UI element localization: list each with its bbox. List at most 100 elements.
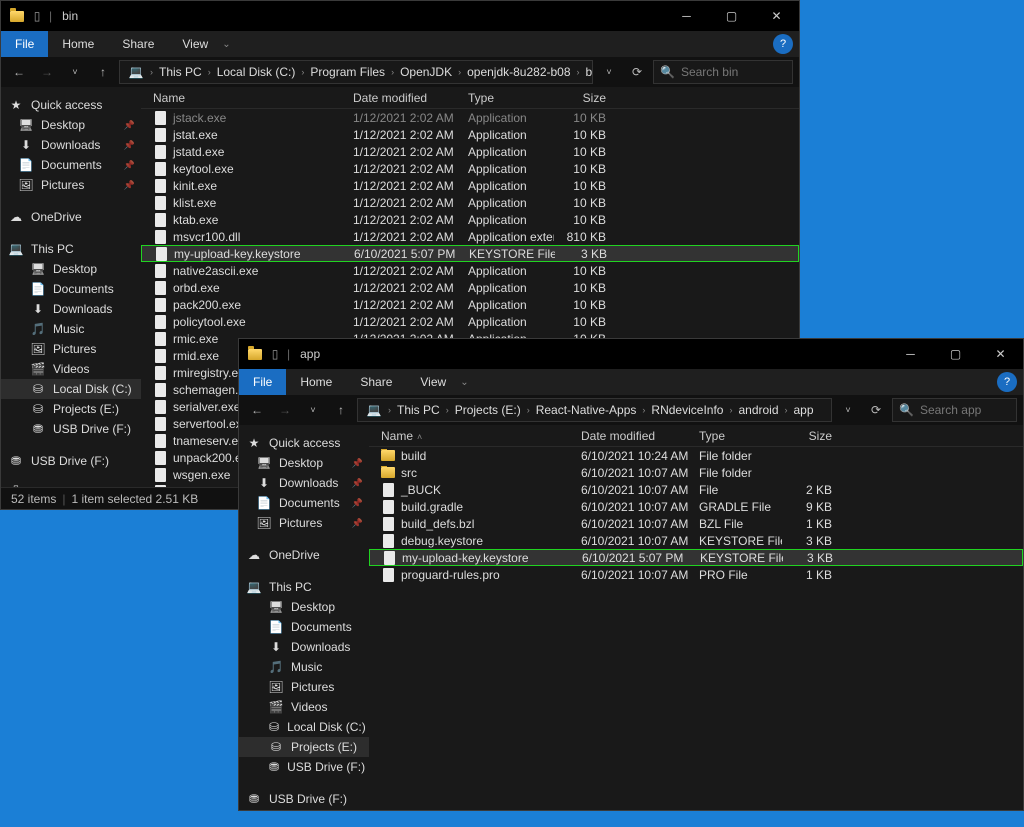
file-row[interactable]: build.gradle6/10/2021 10:07 AMGRADLE Fil… — [369, 498, 1023, 515]
column-type[interactable]: Type — [460, 91, 555, 105]
nav-local-disk-c[interactable]: ⛁Local Disk (C:) — [239, 717, 369, 737]
nav-quick-access[interactable]: ★Quick access — [1, 95, 141, 115]
minimize-button[interactable]: ─ — [664, 1, 709, 31]
tab-share[interactable]: Share — [346, 369, 406, 395]
refresh-button[interactable]: ⟳ — [625, 60, 649, 84]
breadcrumb-segment[interactable]: OpenJDK — [396, 65, 456, 79]
nav-desktop[interactable]: 🖥Desktop — [1, 115, 141, 135]
back-button[interactable]: ← — [7, 60, 31, 84]
help-button[interactable]: ? — [997, 372, 1017, 392]
file-row[interactable]: jstat.exe1/12/2021 2:02 AMApplication10 … — [141, 126, 799, 143]
nav-pictures[interactable]: 🖼Pictures — [239, 677, 369, 697]
column-size[interactable]: Size — [555, 91, 615, 105]
nav-desktop[interactable]: 🖥Desktop — [239, 597, 369, 617]
back-button[interactable]: ← — [245, 398, 269, 422]
nav-pictures[interactable]: 🖼Pictures — [239, 513, 369, 533]
maximize-button[interactable]: ▢ — [709, 1, 754, 31]
close-button[interactable]: ✕ — [978, 339, 1023, 369]
ribbon-collapse-icon[interactable]: ⌄ — [222, 39, 230, 50]
breadcrumb-segment[interactable]: RNdeviceInfo — [647, 403, 727, 417]
nav-this-pc[interactable]: 💻This PC — [239, 577, 369, 597]
file-list[interactable]: build6/10/2021 10:24 AMFile foldersrc6/1… — [369, 447, 1023, 810]
nav-downloads[interactable]: ⬇Downloads — [239, 473, 369, 493]
refresh-button[interactable]: ⟳ — [864, 398, 888, 422]
file-row[interactable]: keytool.exe1/12/2021 2:02 AMApplication1… — [141, 160, 799, 177]
file-row[interactable]: proguard-rules.pro6/10/2021 10:07 AMPRO … — [369, 566, 1023, 583]
column-name[interactable]: Name˄ — [373, 429, 573, 443]
tab-home[interactable]: Home — [48, 31, 108, 57]
nav-music[interactable]: 🎵Music — [239, 657, 369, 677]
nav-usb-f[interactable]: ⛃USB Drive (F:) — [239, 789, 369, 809]
file-row[interactable]: jstatd.exe1/12/2021 2:02 AMApplication10… — [141, 143, 799, 160]
column-name[interactable]: Name — [145, 91, 345, 105]
nav-local-disk-c[interactable]: ⛁Local Disk (C:) — [1, 379, 141, 399]
nav-pictures[interactable]: 🖼Pictures — [1, 339, 141, 359]
nav-desktop[interactable]: 🖥Desktop — [1, 259, 141, 279]
breadcrumb-segment[interactable]: android — [734, 403, 782, 417]
nav-usb-f[interactable]: ⛃USB Drive (F:) — [1, 419, 141, 439]
breadcrumb-segment[interactable]: Local Disk (C:) — [213, 65, 300, 79]
nav-documents[interactable]: 📄Documents — [1, 155, 141, 175]
column-headers[interactable]: Name Date modified Type Size — [141, 87, 799, 109]
nav-documents[interactable]: 📄Documents — [239, 493, 369, 513]
file-row[interactable]: jstack.exe1/12/2021 2:02 AMApplication10… — [141, 109, 799, 126]
up-button[interactable]: ↑ — [91, 60, 115, 84]
nav-pictures[interactable]: 🖼Pictures — [1, 175, 141, 195]
file-row[interactable]: policytool.exe1/12/2021 2:02 AMApplicati… — [141, 313, 799, 330]
file-row[interactable]: build6/10/2021 10:24 AMFile folder — [369, 447, 1023, 464]
file-row[interactable]: ktab.exe1/12/2021 2:02 AMApplication10 K… — [141, 211, 799, 228]
nav-projects-e[interactable]: ⛁Projects (E:) — [239, 737, 369, 757]
navigation-pane[interactable]: ★Quick access🖥Desktop⬇Downloads📄Document… — [239, 425, 369, 810]
breadcrumb-segment[interactable]: Program Files — [306, 65, 389, 79]
search-input[interactable]: 🔍 Search bin — [653, 60, 793, 84]
tab-view[interactable]: View — [168, 31, 222, 57]
nav-videos[interactable]: 🎬Videos — [239, 697, 369, 717]
title-bar[interactable]: ▯ | bin ─ ▢ ✕ — [1, 1, 799, 31]
breadcrumb[interactable]: 💻›This PC›Local Disk (C:)›Program Files›… — [119, 60, 593, 84]
breadcrumb[interactable]: 💻›This PC›Projects (E:)›React-Native-App… — [357, 398, 832, 422]
pin-icon[interactable]: ▯ — [267, 346, 283, 362]
ribbon-collapse-icon[interactable]: ⌄ — [460, 377, 468, 388]
nav-this-pc[interactable]: 💻This PC — [1, 239, 141, 259]
file-row[interactable]: pack200.exe1/12/2021 2:02 AMApplication1… — [141, 296, 799, 313]
nav-downloads[interactable]: ⬇Downloads — [1, 135, 141, 155]
forward-button[interactable]: → — [273, 398, 297, 422]
nav-documents[interactable]: 📄Documents — [1, 279, 141, 299]
history-dropdown[interactable]: ˅ — [301, 398, 325, 422]
tab-home[interactable]: Home — [286, 369, 346, 395]
address-dropdown-icon[interactable]: ˅ — [836, 398, 860, 422]
breadcrumb-segment[interactable]: React-Native-Apps — [532, 403, 641, 417]
close-button[interactable]: ✕ — [754, 1, 799, 31]
column-date[interactable]: Date modified — [573, 429, 691, 443]
column-date[interactable]: Date modified — [345, 91, 460, 105]
file-row[interactable]: orbd.exe1/12/2021 2:02 AMApplication10 K… — [141, 279, 799, 296]
title-bar[interactable]: ▯ | app ─ ▢ ✕ — [239, 339, 1023, 369]
breadcrumb-segment[interactable]: This PC — [155, 65, 206, 79]
file-row[interactable]: my-upload-key.keystore6/10/2021 5:07 PMK… — [141, 245, 799, 262]
file-row[interactable]: build_defs.bzl6/10/2021 10:07 AMBZL File… — [369, 515, 1023, 532]
minimize-button[interactable]: ─ — [888, 339, 933, 369]
nav-downloads[interactable]: ⬇Downloads — [1, 299, 141, 319]
column-size[interactable]: Size — [783, 429, 841, 443]
file-row[interactable]: my-upload-key.keystore6/10/2021 5:07 PMK… — [369, 549, 1023, 566]
breadcrumb-segment[interactable]: This PC — [393, 403, 444, 417]
maximize-button[interactable]: ▢ — [933, 339, 978, 369]
file-row[interactable]: native2ascii.exe1/12/2021 2:02 AMApplica… — [141, 262, 799, 279]
pin-icon[interactable]: ▯ — [29, 8, 45, 24]
column-headers[interactable]: Name˄ Date modified Type Size — [369, 425, 1023, 447]
nav-music[interactable]: 🎵Music — [1, 319, 141, 339]
nav-quick-access[interactable]: ★Quick access — [239, 433, 369, 453]
column-type[interactable]: Type — [691, 429, 783, 443]
nav-projects-e[interactable]: ⛁Projects (E:) — [1, 399, 141, 419]
nav-desktop[interactable]: 🖥Desktop — [239, 453, 369, 473]
help-button[interactable]: ? — [773, 34, 793, 54]
breadcrumb-segment[interactable]: Projects (E:) — [451, 403, 525, 417]
forward-button[interactable]: → — [35, 60, 59, 84]
nav-onedrive[interactable]: ☁OneDrive — [239, 545, 369, 565]
navigation-pane[interactable]: ★Quick access🖥Desktop⬇Downloads📄Document… — [1, 87, 141, 487]
nav-documents[interactable]: 📄Documents — [239, 617, 369, 637]
file-row[interactable]: debug.keystore6/10/2021 10:07 AMKEYSTORE… — [369, 532, 1023, 549]
tab-file[interactable]: File — [239, 369, 286, 395]
up-button[interactable]: ↑ — [329, 398, 353, 422]
history-dropdown[interactable]: ˅ — [63, 60, 87, 84]
